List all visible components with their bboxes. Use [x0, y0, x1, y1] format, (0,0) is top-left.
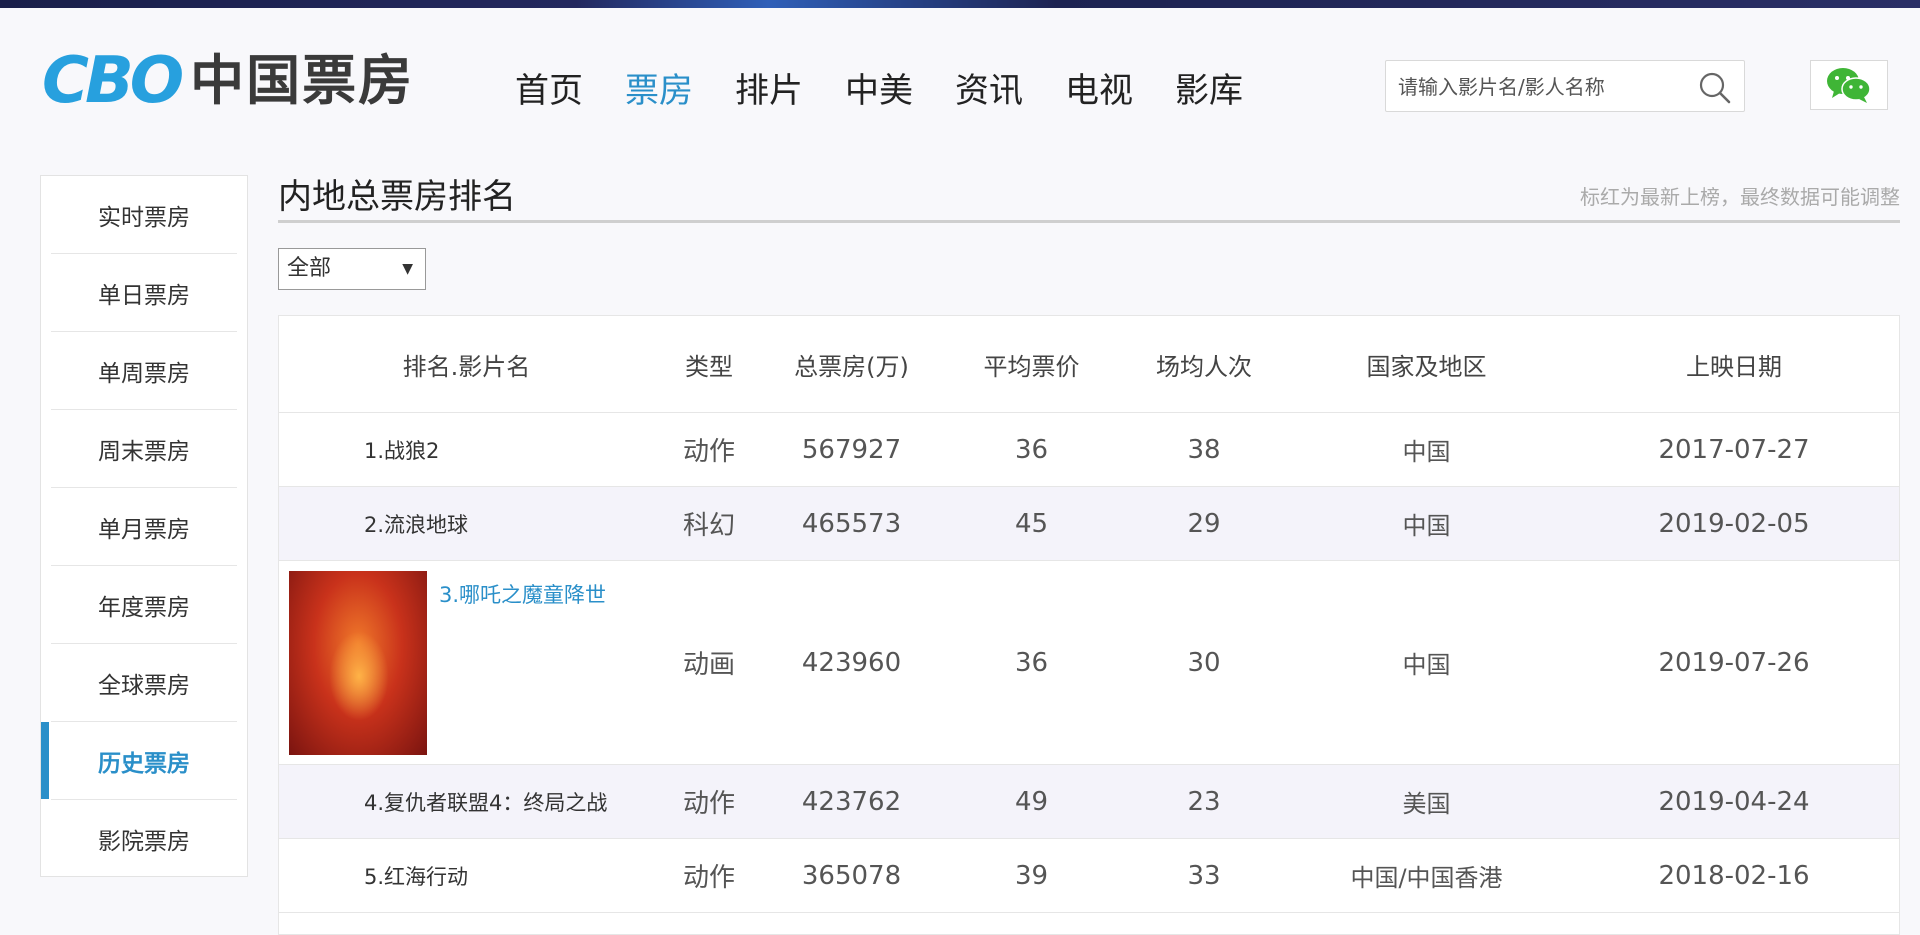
movie-type: 动画 [654, 560, 764, 765]
table-row[interactable]: 4.复仇者联盟4：终局之战 动作 423762 49 23 美国 2019-04… [279, 764, 1899, 839]
table-row[interactable]: 1.战狼2 动作 567927 36 38 中国 2017-07-27 [279, 412, 1899, 487]
nav-boxoffice[interactable]: 票房 [625, 66, 693, 116]
featured-movie-cell: 3.哪吒之魔童降世 [279, 560, 654, 765]
main-content: 内地总票房排名 标红为最新上榜，最终数据可能调整 全部 ▼ 排名.影片名 类型 … [278, 165, 1900, 935]
title-row: 内地总票房排名 标红为最新上榜，最终数据可能调整 [278, 165, 1900, 223]
wechat-button[interactable] [1810, 60, 1888, 110]
movie-people: 23 [1124, 764, 1284, 839]
logo-mark: CBO [42, 44, 184, 118]
nav-home[interactable]: 首页 [515, 66, 583, 116]
col-header-price[interactable]: 平均票价 [939, 316, 1124, 413]
logo-text: 中国票房 [190, 49, 415, 112]
movie-total: 465573 [764, 486, 939, 561]
movie-people: 38 [1124, 412, 1284, 487]
col-header-country[interactable]: 国家及地区 [1284, 316, 1569, 413]
table-row[interactable]: 2.流浪地球 科幻 465573 45 29 中国 2019-02-05 [279, 486, 1899, 561]
movie-name[interactable]: 4.复仇者联盟4：终局之战 [279, 764, 654, 839]
movie-country: 中国 [1284, 560, 1569, 765]
sidebar-item-history[interactable]: 历史票房 [41, 722, 237, 800]
movie-people: 29 [1124, 486, 1284, 561]
nav-news[interactable]: 资讯 [955, 66, 1023, 116]
nav-tv[interactable]: 电视 [1065, 66, 1133, 116]
col-header-total[interactable]: 总票房(万) [764, 316, 939, 413]
table-row-featured[interactable]: 3.哪吒之魔童降世 动画 423960 36 30 中国 2019-07-26 [279, 560, 1899, 765]
movie-type: 动作 [654, 838, 764, 913]
movie-total: 423960 [764, 560, 939, 765]
col-header-type[interactable]: 类型 [654, 316, 764, 413]
movie-poster[interactable] [289, 571, 427, 755]
sidebar-item-weekly[interactable]: 单周票房 [51, 332, 237, 410]
sidebar-item-realtime[interactable]: 实时票房 [51, 176, 237, 254]
movie-total: 567927 [764, 412, 939, 487]
movie-price: 45 [939, 486, 1124, 561]
movie-price: 39 [939, 838, 1124, 913]
wechat-icon [1827, 68, 1871, 103]
movie-name[interactable]: 5.红海行动 [279, 838, 654, 913]
movie-name[interactable]: 3.哪吒之魔童降世 [439, 579, 606, 609]
site-logo[interactable]: CBO 中国票房 [42, 46, 414, 116]
movie-type: 动作 [654, 764, 764, 839]
movie-date: 2019-07-26 [1569, 560, 1899, 765]
movie-name[interactable]: 1.战狼2 [279, 412, 654, 487]
movie-people: 33 [1124, 838, 1284, 913]
movie-total: 365078 [764, 838, 939, 913]
sidebar-item-global[interactable]: 全球票房 [51, 644, 237, 722]
movie-type: 科幻 [654, 486, 764, 561]
search-icon[interactable] [1698, 71, 1732, 105]
col-header-name[interactable]: 排名.影片名 [279, 316, 654, 413]
col-header-people[interactable]: 场均人次 [1124, 316, 1284, 413]
search-input[interactable] [1396, 69, 1690, 105]
filter-value: 全部 [287, 256, 332, 281]
page-title: 内地总票房排名 [278, 177, 516, 217]
search-box [1385, 60, 1745, 112]
movie-type: 动作 [654, 412, 764, 487]
main-nav: 首页 票房 排片 中美 资讯 电视 影库 [515, 66, 1285, 116]
movie-date: 2019-04-24 [1569, 764, 1899, 839]
sidebar-item-weekend[interactable]: 周末票房 [51, 410, 237, 488]
table-row[interactable]: 5.红海行动 动作 365078 39 33 中国/中国香港 2018-02-1… [279, 838, 1899, 913]
nav-china-us[interactable]: 中美 [845, 66, 913, 116]
category-filter-select[interactable]: 全部 ▼ [278, 248, 426, 290]
sidebar-item-monthly[interactable]: 单月票房 [51, 488, 237, 566]
movie-date: 2017-07-27 [1569, 412, 1899, 487]
table-header-row: 排名.影片名 类型 总票房(万) 平均票价 场均人次 国家及地区 上映日期 [279, 316, 1899, 413]
movie-country: 中国/中国香港 [1284, 838, 1569, 913]
movie-price: 36 [939, 560, 1124, 765]
movie-country: 中国 [1284, 486, 1569, 561]
sidebar-item-cinema[interactable]: 影院票房 [51, 800, 237, 877]
movie-name[interactable]: 2.流浪地球 [279, 486, 654, 561]
chevron-down-icon: ▼ [402, 261, 413, 277]
movie-price: 49 [939, 764, 1124, 839]
sidebar-item-yearly[interactable]: 年度票房 [51, 566, 237, 644]
top-banner [0, 0, 1920, 8]
movie-date: 2018-02-16 [1569, 838, 1899, 913]
movie-date: 2019-02-05 [1569, 486, 1899, 561]
movie-price: 36 [939, 412, 1124, 487]
movie-people: 30 [1124, 560, 1284, 765]
sidebar: 实时票房 单日票房 单周票房 周末票房 单月票房 年度票房 全球票房 历史票房 … [40, 175, 248, 877]
boxoffice-table: 排名.影片名 类型 总票房(万) 平均票价 场均人次 国家及地区 上映日期 1.… [278, 315, 1900, 935]
movie-country: 美国 [1284, 764, 1569, 839]
movie-country: 中国 [1284, 412, 1569, 487]
nav-schedule[interactable]: 排片 [735, 66, 803, 116]
col-header-date[interactable]: 上映日期 [1569, 316, 1899, 413]
sidebar-item-daily[interactable]: 单日票房 [51, 254, 237, 332]
site-header: CBO 中国票房 首页 票房 排片 中美 资讯 电视 影库 [0, 8, 1920, 158]
nav-library[interactable]: 影库 [1175, 66, 1243, 116]
page-note: 标红为最新上榜，最终数据可能调整 [1580, 185, 1900, 209]
movie-total: 423762 [764, 764, 939, 839]
